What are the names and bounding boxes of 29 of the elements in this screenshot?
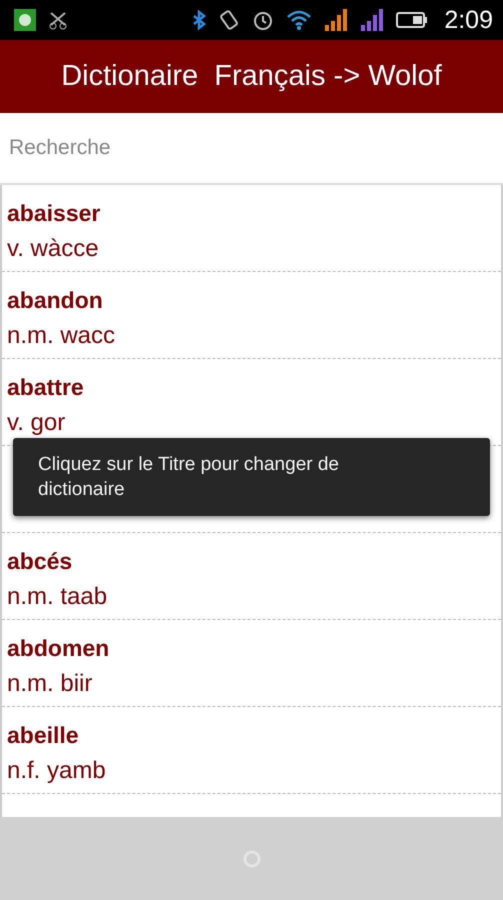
bluetooth-icon xyxy=(192,10,206,30)
entry-row[interactable]: abeille n.f. yamb xyxy=(2,707,501,794)
toast-message: Cliquez sur le Titre pour changer de dictionaire xyxy=(38,453,340,502)
entry-translation: n.m. wacc xyxy=(7,322,116,350)
entry-word: abattre xyxy=(7,373,84,401)
entry-translation: n.f. yamb xyxy=(7,757,106,785)
wifi-icon xyxy=(286,9,312,31)
entry-row[interactable]: abdomen n.m. biir xyxy=(2,620,501,707)
app-notification-icon xyxy=(14,9,36,31)
dictionary-title[interactable]: Dictionaire Français -> Wolof xyxy=(61,60,442,93)
entry-translation: v. wàcce xyxy=(7,235,99,263)
alarm-icon xyxy=(252,9,274,31)
entry-word: abcés xyxy=(7,547,72,575)
entry-word: abandon xyxy=(7,286,103,314)
entry-row[interactable]: abaisser v. wàcce xyxy=(2,185,501,272)
entry-word: abeille xyxy=(7,721,79,749)
entry-translation: v. gor xyxy=(7,409,66,437)
signal-icon xyxy=(324,9,348,31)
entry-word: abdomen xyxy=(7,634,110,662)
battery-icon xyxy=(396,11,428,29)
entry-word: abaisser xyxy=(7,199,100,227)
rotation-icon xyxy=(218,9,240,31)
entry-row[interactable]: abandon n.m. wacc xyxy=(2,272,501,359)
scissors-icon xyxy=(48,10,68,30)
signal-icon xyxy=(360,9,384,31)
entry-translation: n.m. taab xyxy=(7,583,108,611)
entry-translation: n.m. biir xyxy=(7,670,92,698)
entry-row[interactable]: abcés n.m. taab xyxy=(2,533,501,620)
status-time: 2:09 xyxy=(444,6,493,34)
